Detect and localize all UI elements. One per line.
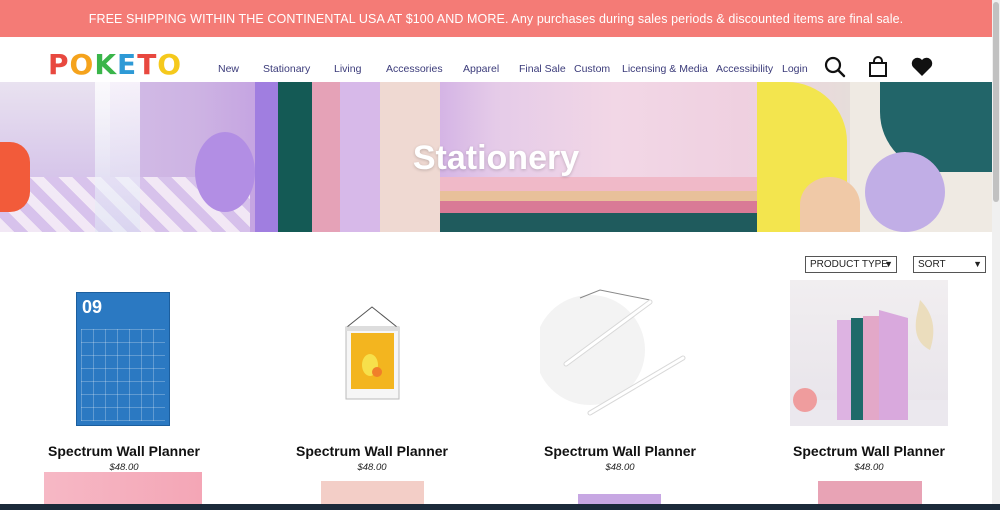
nav-apparel[interactable]: Apparel xyxy=(463,63,499,75)
product-name[interactable]: Spectrum Wall Planner xyxy=(769,443,969,459)
product-name[interactable]: Spectrum Wall Planner xyxy=(24,443,224,459)
page-title: Stationery xyxy=(412,139,580,177)
nav-licensing-media[interactable]: Licensing & Media xyxy=(622,63,708,75)
product-price: $48.00 xyxy=(357,462,387,473)
nav-accessories[interactable]: Accessories xyxy=(386,63,443,75)
product-image[interactable] xyxy=(535,280,700,426)
shopping-bag-icon[interactable] xyxy=(866,55,890,79)
product-price: $48.00 xyxy=(854,462,884,473)
logo[interactable]: POKETO xyxy=(48,51,182,79)
category-banner: Stationery xyxy=(0,82,992,232)
planner-number: 09 xyxy=(82,297,103,317)
nav-login[interactable]: Login xyxy=(782,63,808,75)
promo-bar: FREE SHIPPING WITHIN THE CONTINENTAL USA… xyxy=(0,0,992,37)
nav-stationary[interactable]: Stationary xyxy=(263,63,310,75)
logo-letter: O xyxy=(69,48,95,81)
product-name[interactable]: Spectrum Wall Planner xyxy=(272,443,472,459)
logo-letter: P xyxy=(48,48,70,81)
chevron-down-icon: ▼ xyxy=(973,259,982,269)
logo-letter: T xyxy=(137,48,158,81)
product-image[interactable] xyxy=(790,280,948,426)
taskbar xyxy=(0,504,1000,510)
product-type-select[interactable]: PRODUCT TYPE ▼ xyxy=(805,256,897,273)
logo-letter: E xyxy=(117,48,138,81)
logo-letter: K xyxy=(94,48,118,81)
product-type-label: PRODUCT TYPE xyxy=(810,259,888,270)
heart-icon[interactable] xyxy=(910,55,934,79)
product-name[interactable]: Spectrum Wall Planner xyxy=(520,443,720,459)
product-image[interactable]: 09 xyxy=(76,292,170,426)
sort-select[interactable]: SORT ▼ xyxy=(913,256,986,273)
nav-final-sale[interactable]: Final Sale xyxy=(519,63,566,75)
nav-new[interactable]: New xyxy=(218,63,239,75)
scrollbar[interactable] xyxy=(992,0,1000,510)
nav-accessibility[interactable]: Accessibility xyxy=(716,63,773,75)
product-image[interactable] xyxy=(345,305,400,401)
logo-letter: O xyxy=(157,48,183,81)
scrollbar-thumb[interactable] xyxy=(993,2,999,202)
sort-label: SORT xyxy=(918,259,946,270)
promo-text: FREE SHIPPING WITHIN THE CONTINENTAL USA… xyxy=(88,11,904,26)
search-icon[interactable] xyxy=(823,55,847,79)
chevron-down-icon: ▼ xyxy=(884,259,893,269)
nav-custom[interactable]: Custom xyxy=(574,63,610,75)
site-header: POKETO New Stationary Living Accessories… xyxy=(0,37,992,82)
nav-living[interactable]: Living xyxy=(334,63,361,75)
product-price: $48.00 xyxy=(605,462,635,473)
